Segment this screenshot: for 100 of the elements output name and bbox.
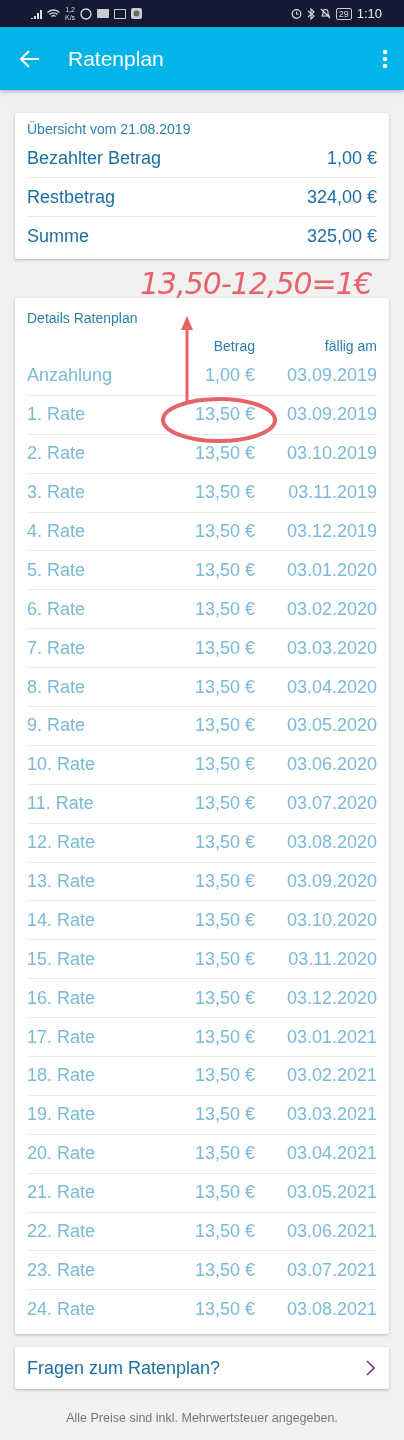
clock-time: 1:10	[356, 6, 382, 21]
chevron-right-icon	[366, 1360, 375, 1377]
installment-label: 17. Rate	[27, 1026, 97, 1048]
bell-off-icon	[319, 8, 331, 19]
installment-label: 22. Rate	[27, 1221, 97, 1243]
installment-label: 23. Rate	[27, 1259, 97, 1281]
due-date: 03.08.2020	[285, 832, 377, 854]
alarm-icon	[290, 8, 302, 19]
due-date: 03.08.2021	[285, 1298, 377, 1320]
more-menu-icon[interactable]	[382, 48, 388, 69]
due-date: 03.05.2020	[285, 715, 377, 737]
due-date: 03.12.2019	[285, 521, 377, 542]
installment-amount: 13,50 €	[193, 832, 255, 854]
column-header: fällig am	[323, 338, 377, 354]
installment-amount: 13,50 €	[193, 637, 255, 659]
installment-label: 12. Rate	[27, 832, 97, 854]
installment-amount: 13,50 €	[193, 909, 255, 931]
installment-label: 18. Rate	[27, 1065, 97, 1087]
app-icon	[131, 8, 143, 19]
installment-label: 24. Rate	[27, 1298, 97, 1320]
due-date: 03.04.2021	[285, 1143, 377, 1165]
installment-amount: 13,50 €	[193, 559, 255, 581]
installment-amount: 13,50 €	[193, 676, 255, 698]
details-title: Details Ratenplan	[27, 310, 139, 326]
installment-amount: 13,50 €	[193, 1259, 255, 1281]
installment-amount: 13,50 €	[193, 1104, 255, 1126]
due-date: 03.11.2020	[287, 948, 377, 970]
due-date: 03.09.2019	[285, 404, 377, 426]
installment-label: 8. Rate	[27, 676, 87, 698]
due-date: 03.07.2021	[285, 1259, 377, 1281]
due-date: 03.06.2021	[285, 1221, 377, 1243]
card-icon	[97, 9, 110, 18]
summary-label: Summe	[27, 225, 89, 247]
installment-label: 10. Rate	[27, 754, 97, 776]
summary-value: 1,00 €	[326, 147, 377, 169]
installment-label: 4. Rate	[27, 521, 87, 542]
installment-amount: 13,50 €	[193, 482, 255, 504]
due-date: 03.09.2020	[285, 871, 377, 892]
installment-amount: 13,50 €	[193, 443, 255, 465]
installment-label: 14. Rate	[27, 909, 97, 931]
footer-note: Alle Preise sind inkl. Mehrwertsteuer angegeben.	[65, 1411, 339, 1426]
installment-amount: 13,50 €	[193, 1298, 255, 1320]
installment-label: 5. Rate	[27, 559, 87, 581]
questions-link[interactable]: Fragen zum Ratenplan?	[15, 1347, 389, 1390]
summary-value: 324,00 €	[306, 186, 377, 208]
installment-label: 2. Rate	[27, 443, 87, 465]
installment-amount: 1,00 €	[203, 365, 255, 387]
due-date: 03.07.2020	[285, 793, 377, 815]
due-date: 03.04.2020	[285, 676, 377, 698]
installment-label: 16. Rate	[27, 987, 97, 1009]
installment-label: 6. Rate	[27, 598, 87, 620]
handwritten-note: 13,50-12,50=1€	[140, 266, 372, 301]
installment-amount: 13,50 €	[193, 1143, 255, 1165]
installment-amount: 13,50 €	[193, 1182, 255, 1204]
screen-title: Ratenplan	[68, 46, 165, 71]
installment-label: 1. Rate	[27, 404, 87, 426]
installment-label: 11. Rate	[27, 793, 95, 815]
installment-amount: 13,50 €	[193, 948, 255, 970]
due-date: 03.03.2020	[285, 637, 377, 659]
installment-amount: 13,50 €	[193, 1026, 255, 1048]
bluetooth-icon	[306, 7, 315, 20]
wifi-icon	[47, 8, 60, 19]
summary-value: 325,00 €	[306, 225, 377, 247]
installment-amount: 13,50 €	[193, 987, 255, 1009]
due-date: 03.05.2021	[285, 1182, 377, 1204]
due-date: 03.03.2021	[285, 1104, 377, 1126]
battery-level: 29	[335, 7, 352, 20]
installment-amount: 13,50 €	[193, 715, 255, 737]
due-date: 03.10.2019	[285, 443, 377, 465]
installment-label: 9. Rate	[27, 715, 87, 737]
column-header: Betrag	[212, 338, 255, 354]
due-date: 03.10.2020	[285, 909, 377, 931]
installment-amount: 13,50 €	[193, 754, 255, 776]
installment-label: 15. Rate	[27, 948, 97, 970]
installment-amount: 13,50 €	[193, 404, 255, 426]
installment-label: 13. Rate	[27, 871, 97, 892]
installment-label: Anzahlung	[27, 365, 114, 387]
installment-amount: 13,50 €	[193, 871, 255, 892]
installment-amount: 13,50 €	[193, 793, 255, 815]
due-date: 03.09.2019	[285, 365, 377, 387]
due-date: 03.02.2020	[285, 598, 377, 620]
due-date: 03.02.2021	[285, 1065, 377, 1087]
installment-amount: 13,50 €	[193, 1221, 255, 1243]
due-date: 03.11.2019	[287, 482, 377, 504]
installment-label: 20. Rate	[27, 1143, 97, 1165]
installment-label: 19. Rate	[27, 1104, 97, 1126]
signal-icon	[30, 8, 42, 19]
installment-amount: 13,50 €	[193, 521, 255, 542]
back-arrow-icon[interactable]	[20, 49, 40, 68]
summary-label: Bezahlter Betrag	[27, 147, 162, 169]
due-date: 03.01.2020	[285, 559, 377, 581]
due-date: 03.06.2020	[285, 754, 377, 776]
due-date: 03.12.2020	[285, 987, 377, 1009]
installment-amount: 13,50 €	[193, 598, 255, 620]
installment-label: 21. Rate	[27, 1182, 97, 1204]
overview-title: Übersicht vom 21.08.2019	[27, 121, 192, 137]
summary-label: Restbetrag	[27, 186, 116, 208]
installment-label: 7. Rate	[27, 637, 87, 659]
installment-amount: 13,50 €	[193, 1065, 255, 1087]
due-date: 03.01.2021	[285, 1026, 377, 1048]
